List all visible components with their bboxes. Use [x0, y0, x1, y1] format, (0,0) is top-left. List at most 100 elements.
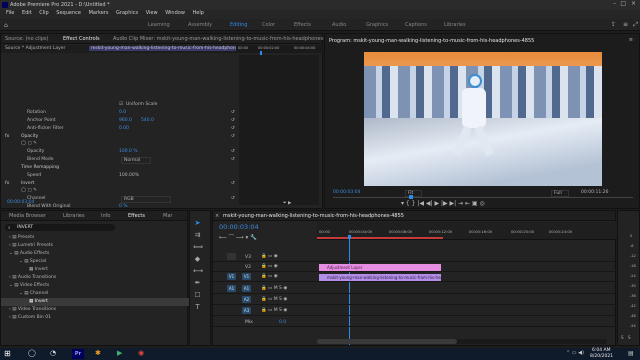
home-icon[interactable]: ⌂: [4, 22, 8, 29]
ws-effects[interactable]: Effects: [294, 22, 311, 28]
mix-value[interactable]: 0.0: [279, 320, 286, 325]
close-tab-icon[interactable]: ×: [215, 213, 219, 219]
track-lock-icon[interactable]: 🔒 ▭ ◉: [261, 264, 278, 269]
mask-ellipse-icon[interactable]: ◯ ▢ ✎: [21, 188, 37, 193]
app-taskbar-icon[interactable]: ▶: [117, 349, 122, 357]
tree-channel[interactable]: ⌄ ▤ Channel: [19, 291, 48, 296]
opacity-value[interactable]: 100.0 %: [119, 149, 138, 154]
minimize-button[interactable]: –: [613, 0, 616, 7]
menu-sequence[interactable]: Sequence: [56, 10, 81, 16]
tray-icons[interactable]: ⌃ ▭ ◀): [566, 350, 584, 356]
invert-section[interactable]: Invert: [21, 181, 34, 186]
close-button[interactable]: ×: [631, 0, 636, 7]
blend-dropdown[interactable]: Normal: [121, 157, 152, 164]
clock-date[interactable]: 8/20/2021: [590, 354, 613, 359]
ws-graphics[interactable]: Graphics: [366, 22, 388, 28]
tree-audio-transitions[interactable]: › ▤ Audio Transitions: [9, 275, 56, 280]
reset-icon[interactable]: ↺: [231, 110, 235, 115]
start-icon[interactable]: ⊞: [4, 349, 11, 358]
tree-video-transitions[interactable]: › ▤ Video Transitions: [9, 307, 56, 312]
clip-adjustment-layer[interactable]: Adjustment Layer: [319, 264, 441, 271]
video-frame[interactable]: [364, 52, 602, 186]
blend-orig-value[interactable]: 0 %: [119, 204, 128, 209]
ws-audio[interactable]: Audio: [332, 22, 346, 28]
search-taskbar-icon[interactable]: ◯: [28, 349, 36, 357]
menu-markers[interactable]: Markers: [89, 10, 109, 16]
track-lock-icon[interactable]: 🔒 ▭ ◉: [261, 274, 278, 279]
tree-lumetri[interactable]: › ▤ Lumetri Presets: [9, 243, 53, 248]
track-a2[interactable]: A2 🔒 ▭ M S ◉: [213, 296, 617, 305]
timeline-timecode[interactable]: 00:00:03:04: [219, 223, 259, 231]
ws-captions[interactable]: Captions: [405, 22, 427, 28]
hand-tool-icon[interactable]: ☐: [193, 291, 202, 300]
antiflicker-value[interactable]: 0.00: [119, 126, 129, 131]
tree-audio-invert[interactable]: ▦ Invert: [29, 267, 48, 272]
ws-color[interactable]: Color: [262, 22, 275, 28]
razor-tool-icon[interactable]: ◆: [193, 255, 202, 264]
timeline-hscroll[interactable]: [317, 339, 607, 344]
track-mute-solo[interactable]: 🔒 ▭ M S ◉: [261, 286, 287, 291]
keyframe-area[interactable]: [239, 55, 319, 205]
pen-tool-icon[interactable]: ✒: [193, 279, 202, 288]
ripple-edit-icon[interactable]: ⟺: [193, 243, 203, 252]
tab-info[interactable]: Info: [101, 213, 110, 219]
transport-controls[interactable]: ▾ { } |◀ ◀| ▶ |▶ ▶| ⇥ ⇤ ▣ ◎: [401, 200, 485, 207]
filter-icon[interactable]: ⏷ ▶: [283, 200, 292, 206]
opacity-section[interactable]: Opacity: [21, 134, 38, 139]
menu-graphics[interactable]: Graphics: [116, 10, 138, 16]
reset-icon[interactable]: ↺: [231, 134, 235, 139]
effects-search[interactable]: ⌕ INVERT: [5, 224, 115, 231]
timeline-tools-icons[interactable]: ⟵ ⌒ ⟶ ▾ 🔧: [219, 233, 257, 241]
track-a3[interactable]: A3 🔒 ▭ M S ◉: [213, 307, 617, 316]
tab-sequence[interactable]: mskit-young-man-walking-listening-to-mus…: [223, 213, 404, 219]
anchor-x[interactable]: 960.0: [119, 118, 132, 123]
rotation-value[interactable]: 0.0: [119, 110, 126, 115]
menu-edit[interactable]: Edit: [22, 10, 32, 16]
search-input[interactable]: INVERT: [17, 225, 33, 230]
tab-media-browser[interactable]: Media Browser: [9, 213, 46, 219]
ws-editing[interactable]: Editing: [230, 22, 247, 28]
time-remap-section[interactable]: Time Remapping: [21, 165, 59, 170]
track-target-v1[interactable]: V1: [242, 273, 251, 280]
menu-clip[interactable]: Clip: [39, 10, 48, 16]
anchor-y[interactable]: 540.0: [141, 118, 154, 123]
solo-button[interactable]: S: [621, 335, 624, 340]
track-target-a3[interactable]: A3: [242, 307, 251, 314]
app-taskbar-icon[interactable]: ✱: [95, 349, 101, 357]
tab-markers[interactable]: Mar: [163, 213, 172, 219]
share-icon[interactable]: ⇪: [611, 21, 616, 28]
tree-video-invert[interactable]: ▦ Invert: [29, 299, 48, 304]
tree-special[interactable]: ⌄ ▤ Special: [19, 259, 46, 264]
selection-tool-icon[interactable]: ➤: [193, 219, 202, 228]
scroll-thumb[interactable]: [317, 339, 457, 344]
tree-presets[interactable]: › ▤ Presets: [9, 235, 34, 240]
slip-tool-icon[interactable]: ⟷: [193, 267, 203, 276]
mask-ellipse-icon[interactable]: ◯ ▢ ✎: [21, 141, 37, 146]
fit-dropdown[interactable]: Fit: [405, 190, 423, 197]
notification-icon[interactable]: ▤: [628, 350, 634, 357]
clip-video[interactable]: mskit-young-man-walking-listening-to-mus…: [319, 274, 441, 281]
track-mute-solo[interactable]: 🔒 ▭ M S ◉: [261, 308, 287, 313]
track-lock-icon[interactable]: 🔒 ▭ ◉: [261, 254, 278, 259]
menu-window[interactable]: Window: [165, 10, 185, 16]
ws-learning[interactable]: Learning: [148, 22, 170, 28]
source-patch[interactable]: [227, 253, 236, 260]
premiere-taskbar-icon[interactable]: Pr: [72, 349, 84, 359]
reset-icon[interactable]: ↺: [231, 126, 235, 131]
clock-time[interactable]: 6:04 AM: [592, 348, 611, 353]
solo-button[interactable]: S: [628, 335, 631, 340]
tab-libraries[interactable]: Libraries: [63, 213, 85, 219]
reset-icon[interactable]: ↺: [231, 149, 235, 154]
uniform-scale-checkbox[interactable]: ☑: [119, 102, 123, 107]
ws-assembly[interactable]: Assembly: [188, 22, 212, 28]
breadcrumb[interactable]: Source * Adjustment Layer: [5, 46, 65, 51]
track-target-a1[interactable]: A1: [242, 285, 251, 292]
reset-icon[interactable]: ↺: [231, 181, 235, 186]
type-tool-icon[interactable]: T: [193, 303, 202, 312]
track-a1[interactable]: A1 A1 🔒 ▭ M S ◉: [213, 285, 617, 294]
track-mix[interactable]: Mix 0.0: [213, 318, 617, 327]
tab-effect-controls[interactable]: Effect Controls: [63, 36, 100, 42]
track-select-icon[interactable]: ⇉: [193, 231, 202, 240]
program-playhead[interactable]: [409, 195, 413, 199]
keyframe-ruler[interactable]: 00:00 00:00:02:00 00:00:04:00: [236, 45, 324, 201]
